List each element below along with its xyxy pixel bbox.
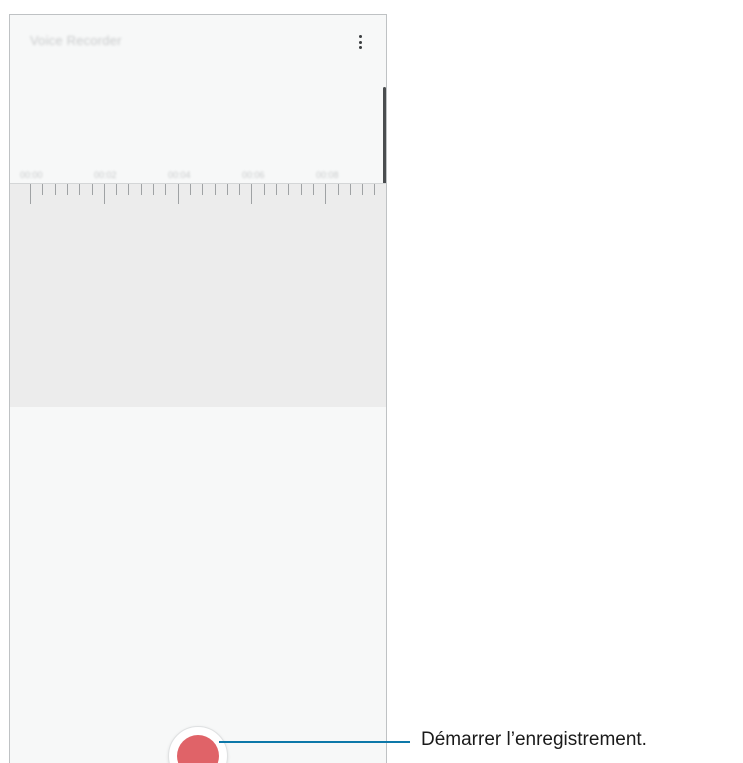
timeline-label: 00:04 <box>168 170 191 180</box>
timeline-tick <box>214 184 216 195</box>
phone-screen: Voice Recorder 00:00 00:02 00:04 00:06 0… <box>9 14 387 763</box>
timeline-tick <box>30 184 31 204</box>
timeline-tick <box>276 184 277 195</box>
timeline-tick <box>374 184 376 195</box>
timeline-tick <box>140 184 142 195</box>
record-icon <box>177 735 219 763</box>
timeline-tick <box>153 184 154 195</box>
timeline-label: 00:06 <box>242 170 265 180</box>
timeline-tick <box>189 184 191 195</box>
timeline-label: 00:08 <box>316 170 339 180</box>
timeline-tick <box>79 184 81 195</box>
timeline-tick <box>91 184 93 195</box>
record-button[interactable] <box>168 726 228 763</box>
timeline-tick <box>325 184 327 204</box>
timeline-tick <box>54 184 56 195</box>
timeline-tick <box>226 184 228 195</box>
timeline-tick <box>42 184 44 195</box>
callout-label: Démarrer l’enregistrement. <box>421 729 647 750</box>
app-title: Voice Recorder <box>30 33 122 48</box>
timeline-tick <box>263 184 265 195</box>
timeline-tick <box>251 184 253 204</box>
timeline-label: 00:02 <box>94 170 117 180</box>
timeline-tick <box>202 184 204 195</box>
callout-line <box>219 741 410 743</box>
timeline-tick <box>300 184 302 195</box>
timeline-label: 00:00 <box>20 170 43 180</box>
screen: Voice Recorder 00:00 00:02 00:04 00:06 0… <box>0 0 743 763</box>
timeline-tick <box>239 184 241 195</box>
timeline-tick <box>128 184 130 195</box>
timeline-tick <box>312 184 314 195</box>
timeline-tick <box>177 184 179 204</box>
waveform-area <box>10 183 386 407</box>
timeline-tick <box>337 184 339 195</box>
app-bar: Voice Recorder <box>10 15 386 71</box>
timeline-tick <box>103 184 105 204</box>
more-options-icon[interactable] <box>352 32 368 52</box>
timeline-tick <box>288 184 290 195</box>
timeline-tick <box>66 184 68 195</box>
timeline-tick <box>362 184 364 195</box>
timeline-tick <box>116 184 118 195</box>
timeline-tick <box>349 184 351 195</box>
timeline-tick <box>165 184 167 195</box>
